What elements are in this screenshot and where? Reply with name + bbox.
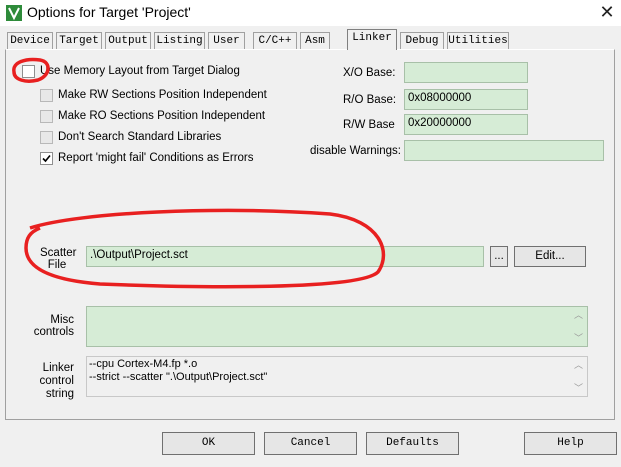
annotation-circle-checkbox xyxy=(12,57,50,83)
annotation-circle-scatter xyxy=(24,208,386,289)
red-annotation-overlay xyxy=(12,57,386,289)
tab-linker[interactable]: Linker xyxy=(347,29,397,50)
